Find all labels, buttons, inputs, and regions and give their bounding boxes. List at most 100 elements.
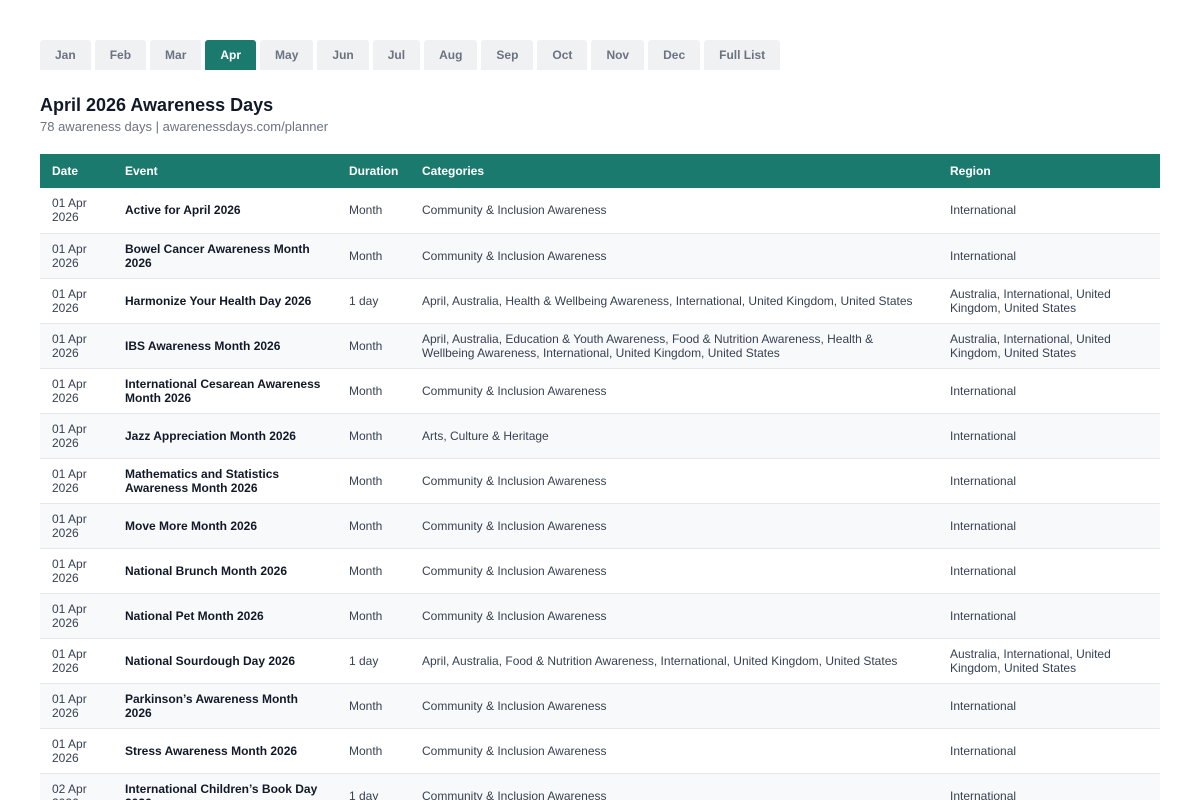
cell-date: 02 Apr 2026	[52, 781, 87, 800]
table-header-row: Date Event Duration Categories Region	[40, 154, 1160, 188]
cell-date: 01 Apr 2026	[52, 286, 87, 315]
tab-mar[interactable]: Mar	[150, 40, 202, 70]
cell-event: International Cesarean Awareness Month 2…	[125, 376, 321, 405]
cell-date: 01 Apr 2026	[52, 736, 87, 765]
cell-region: Australia, International, United Kingdom…	[950, 286, 1111, 315]
events-table: Date Event Duration Categories Region 01…	[40, 154, 1160, 800]
table-row: 01 Apr 2026 Mathematics and Statistics Aw…	[40, 458, 1160, 503]
cell-event: Bowel Cancer Awareness Month 2026	[125, 241, 310, 270]
header-event: Event	[125, 164, 158, 178]
cell-date: 01 Apr 2026	[52, 376, 87, 405]
cell-date: 01 Apr 2026	[52, 556, 87, 585]
cell-categories: Community & Inclusion Awareness	[422, 203, 607, 218]
tab-nov[interactable]: Nov	[591, 40, 645, 70]
table-header: Date Event Duration Categories Region	[40, 154, 1160, 188]
cell-region: Australia, International, United Kingdom…	[950, 331, 1111, 360]
cell-duration: Month	[349, 563, 383, 578]
tab-may[interactable]: May	[260, 40, 314, 70]
tab-jun[interactable]: Jun	[317, 40, 369, 70]
cell-date: 01 Apr 2026	[52, 421, 87, 450]
cell-categories: Community & Inclusion Awareness	[422, 743, 607, 758]
tab-jan[interactable]: Jan	[40, 40, 91, 70]
header-region: Region	[950, 164, 991, 178]
tab-full-list[interactable]: Full List	[704, 40, 781, 70]
cell-event: National Brunch Month 2026	[125, 563, 288, 578]
cell-date: 01 Apr 2026	[52, 241, 87, 270]
tab-sep[interactable]: Sep	[481, 40, 534, 70]
table-row: 01 Apr 2026 International Cesarean Awaren…	[40, 368, 1160, 413]
cell-categories: Community & Inclusion Awareness	[422, 563, 607, 578]
cell-categories: Community & Inclusion Awareness	[422, 248, 607, 263]
cell-duration: Month	[349, 698, 383, 713]
month-tabs: Jan Feb Mar Apr May Jun Jul Aug Sep Oct Nov Dec Full…	[40, 40, 781, 70]
cell-event: Active for April 2026	[125, 203, 241, 218]
page-subtitle: 78 awareness days | awarenessdays.com/pl…	[40, 119, 329, 134]
cell-duration: Month	[349, 518, 383, 533]
cell-categories: April, Australia, Health & Wellbeing Awa…	[422, 293, 913, 308]
cell-region: International	[950, 518, 1017, 533]
cell-duration: 1 day	[349, 293, 379, 308]
table-row: 01 Apr 2026 IBS Awareness Month 2026 Month…	[40, 323, 1160, 368]
cell-date: 01 Apr 2026	[52, 511, 87, 540]
table-row: 01 Apr 2026 National Pet Month 2026 Month C…	[40, 593, 1160, 638]
tab-dec[interactable]: Dec	[648, 40, 701, 70]
tab-oct[interactable]: Oct	[537, 40, 588, 70]
cell-categories: Community & Inclusion Awareness	[422, 608, 607, 623]
cell-event: Jazz Appreciation Month 2026	[125, 428, 296, 443]
cell-event: National Sourdough Day 2026	[125, 653, 296, 668]
cell-date: 01 Apr 2026	[52, 196, 87, 225]
cell-region: International	[950, 383, 1017, 398]
table-body: 01 Apr 2026 Active for April 2026 Month Com…	[40, 188, 1160, 800]
cell-duration: Month	[349, 248, 383, 263]
cell-date: 01 Apr 2026	[52, 691, 87, 720]
tab-aug[interactable]: Aug	[424, 40, 478, 70]
cell-duration: Month	[349, 608, 383, 623]
table-row: 01 Apr 2026 National Brunch Month 2026 Mon…	[40, 548, 1160, 593]
cell-duration: Month	[349, 203, 383, 218]
table-row: 01 Apr 2026 Move More Month 2026 Month Comm…	[40, 503, 1160, 548]
table-row: 01 Apr 2026 Stress Awareness Month 2026 Mo…	[40, 728, 1160, 773]
tab-feb[interactable]: Feb	[94, 40, 147, 70]
cell-region: International	[950, 203, 1017, 218]
page: Jan Feb Mar Apr May Jun Jul Aug Sep Oct Nov Dec Full…	[0, 0, 1200, 800]
cell-region: International	[950, 743, 1017, 758]
table-row: 01 Apr 2026 Active for April 2026 Month Com…	[40, 188, 1160, 233]
table-row: 01 Apr 2026 Harmonize Your Health Day 202…	[40, 278, 1160, 323]
cell-event: Stress Awareness Month 2026	[125, 743, 298, 758]
page-title: April 2026 Awareness Days	[40, 95, 274, 115]
cell-duration: 1 day	[349, 653, 379, 668]
cell-duration: 1 day	[349, 788, 379, 800]
cell-date: 01 Apr 2026	[52, 601, 87, 630]
cell-categories: Community & Inclusion Awareness	[422, 788, 607, 800]
table-row: 01 Apr 2026 Parkinson’s Awareness Month 2…	[40, 683, 1160, 728]
cell-event: Move More Month 2026	[125, 518, 258, 533]
cell-categories: Community & Inclusion Awareness	[422, 698, 607, 713]
cell-duration: Month	[349, 338, 383, 353]
cell-region: International	[950, 473, 1017, 488]
cell-event: IBS Awareness Month 2026	[125, 338, 281, 353]
cell-categories: Community & Inclusion Awareness	[422, 473, 607, 488]
cell-duration: Month	[349, 743, 383, 758]
tab-jul[interactable]: Jul	[372, 40, 421, 70]
cell-date: 01 Apr 2026	[52, 646, 87, 675]
header-date: Date	[52, 164, 79, 178]
cell-region: International	[950, 788, 1017, 800]
header-categories: Categories	[422, 164, 485, 178]
cell-duration: Month	[349, 383, 383, 398]
events-table-container: Date Event Duration Categories Region 01…	[40, 154, 1160, 800]
cell-region: International	[950, 428, 1017, 443]
cell-event: Harmonize Your Health Day 2026	[125, 293, 312, 308]
table-row: 02 Apr 2026 International Children’s Book…	[40, 773, 1160, 800]
cell-region: Australia, International, United Kingdom…	[950, 646, 1111, 675]
cell-categories: Arts, Culture & Heritage	[422, 428, 549, 443]
cell-categories: April, Australia, Food & Nutrition Aware…	[422, 653, 898, 668]
cell-categories: April, Australia, Education & Youth Awar…	[422, 331, 874, 360]
table-row: 01 Apr 2026 Jazz Appreciation Month 2026 M…	[40, 413, 1160, 458]
cell-categories: Community & Inclusion Awareness	[422, 518, 607, 533]
cell-duration: Month	[349, 428, 383, 443]
cell-region: International	[950, 248, 1017, 263]
cell-event: International Children’s Book Day 2026	[125, 781, 318, 800]
cell-date: 01 Apr 2026	[52, 331, 87, 360]
cell-event: Mathematics and Statistics Awareness Mon…	[125, 466, 280, 495]
tab-apr[interactable]: Apr	[205, 40, 257, 70]
